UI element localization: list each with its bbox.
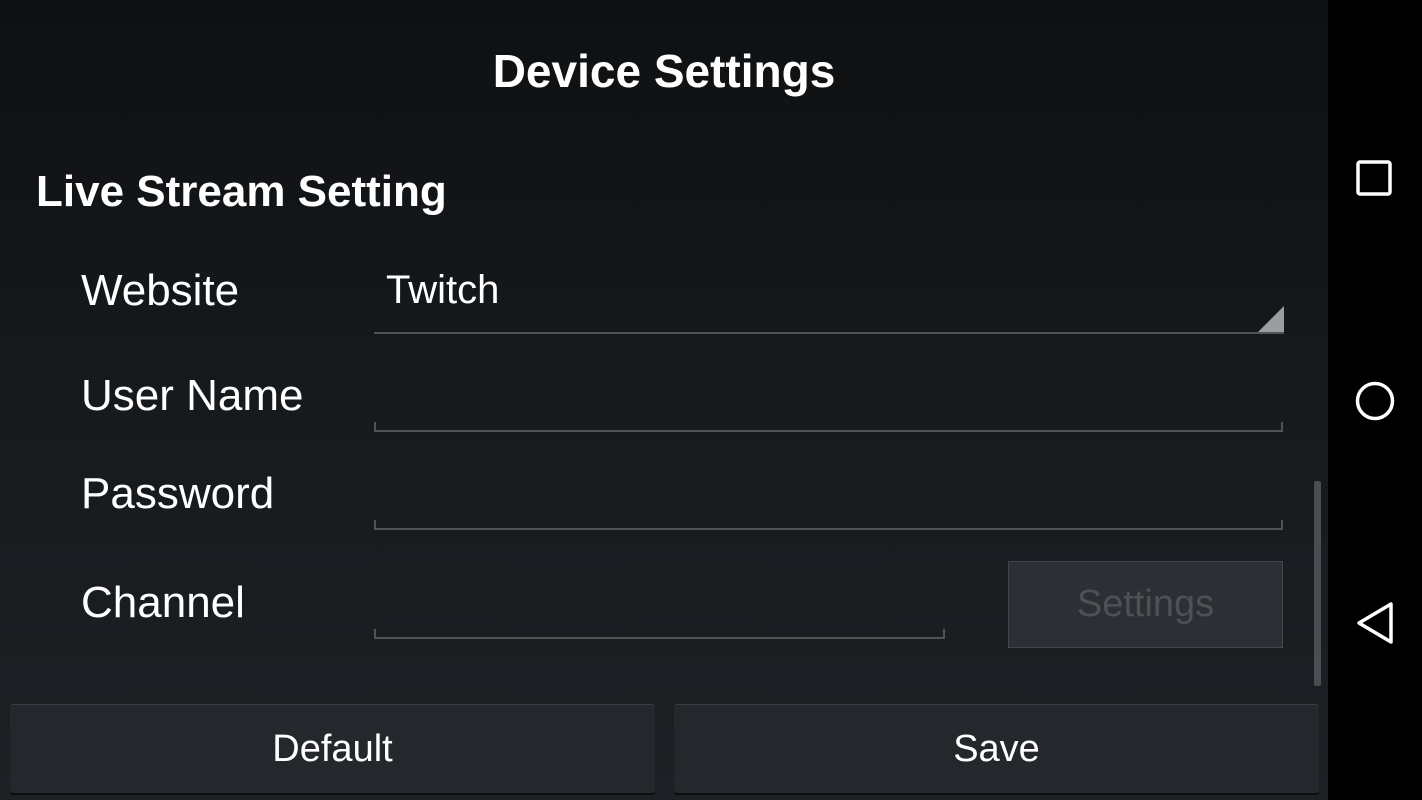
channel-settings-button[interactable]: Settings [1008,561,1283,648]
website-selected-value: Twitch [386,268,500,312]
recents-square-icon [1356,160,1392,196]
channel-field-wrapper [374,579,945,639]
back-button[interactable] [1328,578,1422,668]
user-name-label: User Name [81,371,304,420]
user-name-field-wrapper [374,372,1283,432]
default-button[interactable]: Default [10,704,655,793]
password-label: Password [81,469,275,518]
screen: Device Settings Live Stream Setting Webs… [0,0,1422,800]
user-name-input[interactable] [374,372,1283,430]
channel-input[interactable] [374,579,945,637]
section-heading-live-stream: Live Stream Setting [36,167,447,216]
dropdown-arrow-icon [1258,306,1284,332]
website-dropdown[interactable]: Twitch [374,262,1284,334]
system-nav-bar [1328,0,1422,800]
home-button[interactable] [1328,356,1422,446]
channel-label: Channel [81,578,245,627]
recents-button[interactable] [1328,134,1422,224]
website-label: Website [81,266,240,315]
scrollbar[interactable] [1314,481,1321,686]
device-settings-screen: Device Settings Live Stream Setting Webs… [0,0,1328,800]
password-field-wrapper [374,470,1283,530]
page-title: Device Settings [492,45,836,97]
back-triangle-icon [1357,602,1393,644]
home-circle-icon [1355,381,1395,421]
save-button[interactable]: Save [674,704,1319,793]
password-input[interactable] [374,470,1283,528]
